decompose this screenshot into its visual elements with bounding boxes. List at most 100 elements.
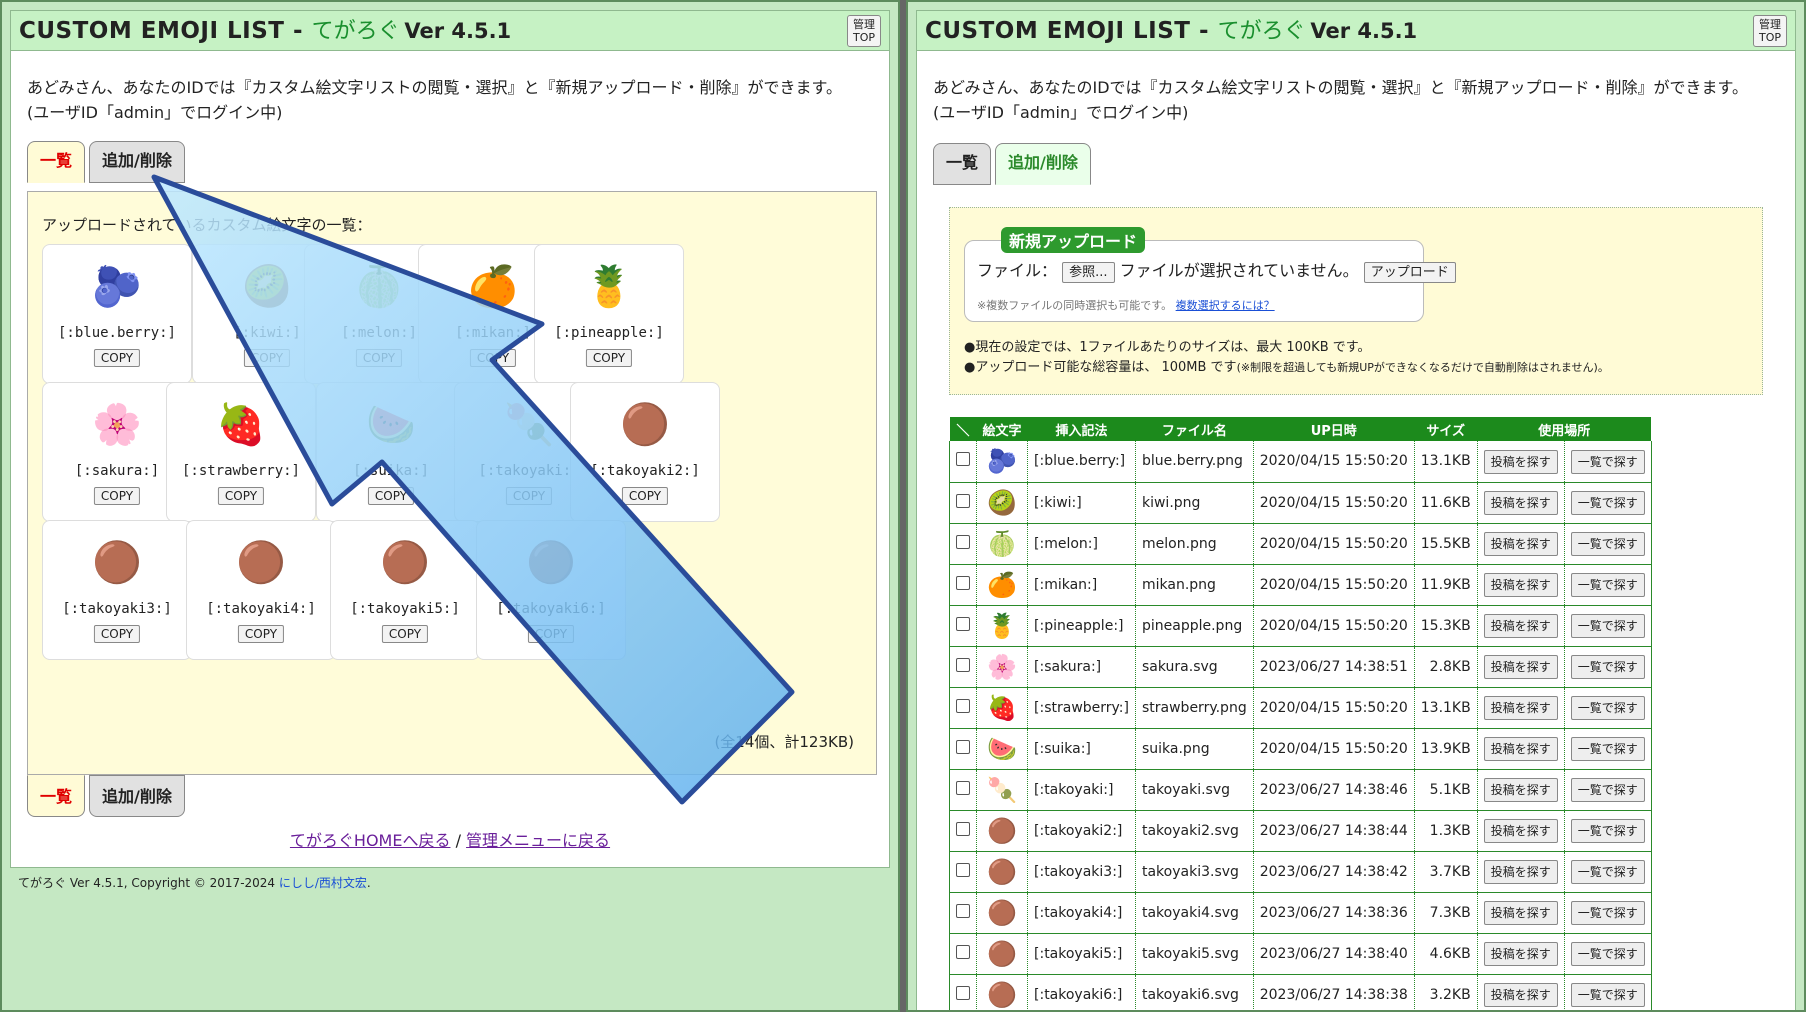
find-in-list-button[interactable]: 一覧で探す [1570,737,1645,761]
find-in-list-button[interactable]: 一覧で探す [1570,983,1645,1007]
emoji-image[interactable]: 🟤 [43,539,191,587]
tab-manage[interactable]: 追加/削除 [89,141,185,183]
row-checkbox[interactable] [956,493,970,508]
row-checkbox[interactable] [956,985,970,1000]
find-in-list-button[interactable]: 一覧で探す [1570,573,1645,597]
row-size: 11.6KB [1414,482,1478,524]
upload-zone: 新規アップロード ファイル： 参照... ファイルが選択されていません。 アップ… [949,207,1763,395]
emoji-image[interactable]: 🍓 [167,401,315,449]
emoji-code: [:takoyaki6:] [496,601,606,617]
copy-button[interactable]: COPY [93,349,141,367]
row-checkbox[interactable] [956,903,970,918]
row-code: [:strawberry:] [1027,687,1136,729]
find-in-list-button[interactable]: 一覧で探す [1570,614,1645,638]
row-checkbox[interactable] [956,739,970,754]
copy-button[interactable]: COPY [469,349,517,367]
row-checkbox[interactable] [956,698,970,713]
author-link[interactable]: にしし/西村文宏 [279,876,367,890]
row-find-list-cell: 一覧で探す [1564,523,1652,565]
find-in-posts-button[interactable]: 投稿を探す [1483,737,1558,761]
row-checkbox[interactable] [956,862,970,877]
find-in-posts-button[interactable]: 投稿を探す [1483,491,1558,515]
copy-button[interactable]: COPY [237,625,285,643]
copy-button[interactable]: COPY [381,625,429,643]
row-checkbox[interactable] [956,534,970,549]
row-find-post-cell: 投稿を探す [1477,892,1565,934]
emoji-image[interactable]: 🟤 [477,539,625,587]
copy-button[interactable]: COPY [355,349,403,367]
copy-button[interactable]: COPY [585,349,633,367]
find-in-posts-button[interactable]: 投稿を探す [1483,860,1558,884]
emoji-image[interactable]: 🍍 [535,263,683,311]
find-in-list-button[interactable]: 一覧で探す [1570,655,1645,679]
row-checkbox[interactable] [956,821,970,836]
emoji-image[interactable]: 🍉 [317,401,465,449]
rule-total: ●アップロード可能な総容量は、 100MB です(※制限を超過しても新規UPがで… [964,358,1609,378]
copy-button[interactable]: COPY [367,487,415,505]
find-in-posts-button[interactable]: 投稿を探す [1483,573,1558,597]
admin-menu-link[interactable]: 管理メニューに戻る [466,831,610,850]
row-find-list-cell: 一覧で探す [1564,687,1652,729]
copy-button[interactable]: COPY [621,487,669,505]
find-in-list-button[interactable]: 一覧で探す [1570,449,1645,474]
find-in-list-button[interactable]: 一覧で探す [1570,778,1645,802]
multi-select-help-link[interactable]: 複数選択するには？ [1176,299,1275,312]
tab-list-bottom[interactable]: 一覧 [27,775,86,817]
find-in-posts-button[interactable]: 投稿を探す [1483,901,1558,925]
find-in-posts-button[interactable]: 投稿を探す [1483,696,1558,720]
row-checkbox[interactable] [956,657,970,672]
find-in-list-button[interactable]: 一覧で探す [1570,942,1645,966]
emoji-card: 🍓 [:strawberry:] COPY [166,382,316,522]
row-checkbox[interactable] [956,944,970,959]
upload-button[interactable]: アップロード [1363,262,1456,283]
row-find-list-cell: 一覧で探す [1564,851,1652,893]
row-upload-date: 2023/06/27 14:38:44 [1253,810,1415,852]
copy-button[interactable]: COPY [505,487,553,505]
find-in-posts-button[interactable]: 投稿を探す [1483,532,1558,556]
row-size: 7.3KB [1414,892,1478,934]
row-code: [:kiwi:] [1027,482,1136,524]
home-link[interactable]: てがろぐHOMEへ戻る [290,831,451,850]
find-in-posts-button[interactable]: 投稿を探す [1483,614,1558,638]
tab-list-right[interactable]: 一覧 [933,143,992,185]
tab-list[interactable]: 一覧 [27,141,86,183]
emoji-image[interactable]: 🟤 [571,401,719,449]
find-in-posts-button[interactable]: 投稿を探す [1483,819,1558,843]
row-checkbox[interactable] [956,780,970,795]
copy-button[interactable]: COPY [243,349,291,367]
find-in-list-button[interactable]: 一覧で探す [1570,860,1645,884]
find-in-posts-button[interactable]: 投稿を探す [1483,983,1558,1007]
find-in-posts-button[interactable]: 投稿を探す [1483,655,1558,679]
find-in-list-button[interactable]: 一覧で探す [1570,532,1645,556]
admin-top-button[interactable]: 管理 TOP [847,15,881,47]
find-in-list-button[interactable]: 一覧で探す [1570,696,1645,720]
browse-button[interactable]: 参照... [1062,262,1115,283]
copy-button[interactable]: COPY [527,625,575,643]
find-in-list-button[interactable]: 一覧で探す [1570,819,1645,843]
admin-top-button-right[interactable]: 管理 TOP [1753,15,1787,47]
title-main: CUSTOM EMOJI LIST - [19,18,312,44]
table-row: 🟤 [:takoyaki4:] takoyaki4.svg 2023/06/27 14… [949,892,1652,934]
copy-button[interactable]: COPY [93,487,141,505]
row-checkbox[interactable] [956,575,970,590]
find-in-list-button[interactable]: 一覧で探す [1570,491,1645,515]
table-row: 🟤 [:takoyaki5:] takoyaki5.svg 2023/06/27 14… [949,933,1652,975]
row-checkbox[interactable] [956,616,970,631]
title-main-right: CUSTOM EMOJI LIST - [925,18,1218,44]
find-in-posts-button[interactable]: 投稿を探す [1483,449,1558,474]
row-checkbox[interactable] [956,452,970,467]
copyright-text: てがろぐ Ver 4.5.1, Copyright © 2017-2024 [18,876,279,890]
emoji-list-panel: アップロードされているカスタム絵文字の一覧： 🫐 [:blue.berry:] CO… [27,191,877,775]
tab-manage-right[interactable]: 追加/削除 [995,143,1091,185]
emoji-image[interactable]: 🫐 [43,263,191,311]
find-in-posts-button[interactable]: 投稿を探す [1483,778,1558,802]
row-checkbox-cell [949,933,977,975]
tab-manage-bottom[interactable]: 追加/削除 [89,775,185,817]
emoji-image[interactable]: 🟤 [331,539,479,587]
copy-button[interactable]: COPY [217,487,265,505]
emoji-image[interactable]: 🟤 [187,539,335,587]
find-in-list-button[interactable]: 一覧で探す [1570,901,1645,925]
title-app-right: てがろぐ [1217,19,1306,44]
find-in-posts-button[interactable]: 投稿を探す [1483,942,1558,966]
copy-button[interactable]: COPY [93,625,141,643]
